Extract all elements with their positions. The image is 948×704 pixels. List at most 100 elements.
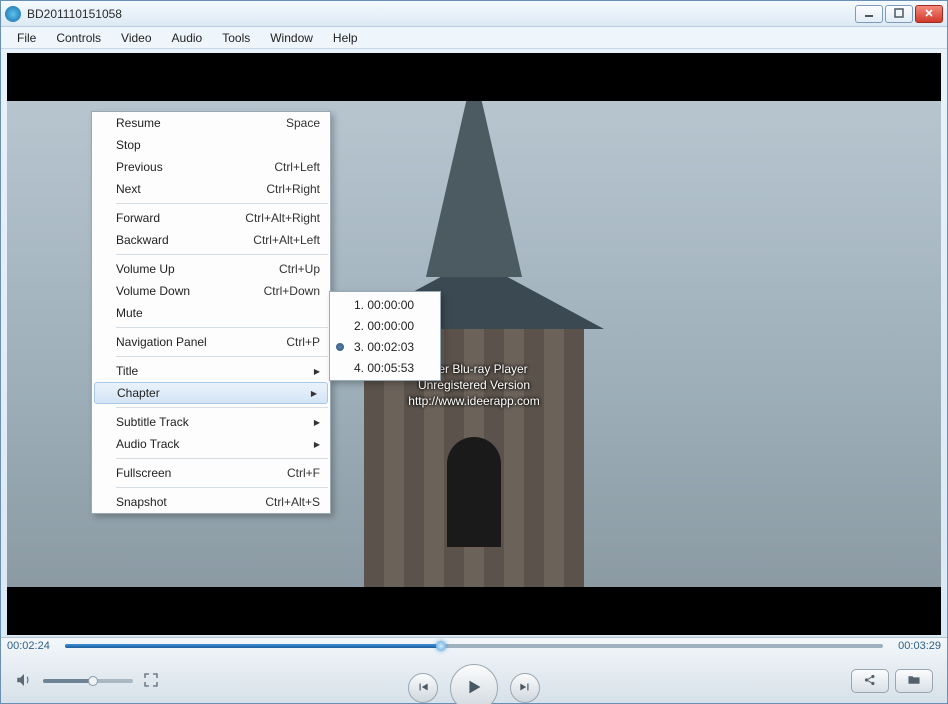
chapter-item[interactable]: 4. 00:05:53 bbox=[330, 357, 440, 378]
chapter-label: 4. 00:05:53 bbox=[354, 361, 414, 375]
ctx-backward[interactable]: Backward Ctrl+Alt+Left bbox=[92, 229, 330, 251]
ctx-label: Volume Down bbox=[116, 284, 190, 298]
ctx-chapter[interactable]: Chapter bbox=[94, 382, 328, 404]
volume-slider[interactable] bbox=[43, 679, 133, 683]
menu-help[interactable]: Help bbox=[323, 28, 368, 48]
ctx-shortcut: Space bbox=[286, 116, 320, 130]
ctx-shortcut: Ctrl+Left bbox=[274, 160, 320, 174]
app-icon bbox=[5, 6, 21, 22]
ctx-previous[interactable]: PreviousCtrl+Left bbox=[92, 156, 330, 178]
volume-controls bbox=[15, 671, 159, 692]
ctx-label: Subtitle Track bbox=[116, 415, 189, 429]
open-file-button[interactable] bbox=[895, 669, 933, 693]
ctx-shortcut: Ctrl+Down bbox=[264, 284, 320, 298]
seek-thumb[interactable] bbox=[436, 641, 446, 651]
play-button[interactable] bbox=[450, 664, 498, 704]
time-total: 00:03:29 bbox=[889, 640, 941, 652]
ctx-label: Backward bbox=[116, 233, 169, 247]
playback-controls: 00:02:24 00:03:29 bbox=[1, 637, 947, 703]
ctx-label: Resume bbox=[116, 116, 161, 130]
menu-window[interactable]: Window bbox=[260, 28, 323, 48]
menu-file[interactable]: File bbox=[7, 28, 46, 48]
tower-arch bbox=[447, 437, 501, 547]
menu-controls[interactable]: Controls bbox=[46, 28, 111, 48]
maximize-icon bbox=[894, 7, 904, 21]
ctx-mute[interactable]: Mute bbox=[92, 302, 330, 324]
seek-track[interactable] bbox=[65, 644, 883, 648]
ctx-separator bbox=[116, 203, 328, 204]
ctx-separator bbox=[116, 487, 328, 488]
spire bbox=[426, 101, 522, 277]
ctx-label: Chapter bbox=[117, 386, 160, 400]
window-title: BD201110151058 bbox=[27, 7, 855, 21]
minimize-button[interactable] bbox=[855, 5, 883, 23]
ctx-title[interactable]: Title bbox=[92, 360, 330, 382]
ctx-shortcut: Ctrl+Up bbox=[279, 262, 320, 276]
chapter-item[interactable]: 2. 00:00:00 bbox=[330, 315, 440, 336]
ctx-label: Mute bbox=[116, 306, 143, 320]
app-window: BD201110151058 File Controls Video Audio… bbox=[0, 0, 948, 704]
time-current: 00:02:24 bbox=[7, 640, 59, 652]
next-icon bbox=[518, 680, 532, 697]
ctx-subtitle-track[interactable]: Subtitle Track bbox=[92, 411, 330, 433]
chapter-item[interactable]: 1. 00:00:00 bbox=[330, 294, 440, 315]
ctx-snapshot[interactable]: Snapshot Ctrl+Alt+S bbox=[92, 491, 330, 513]
ctx-volume-up[interactable]: Volume Up Ctrl+Up bbox=[92, 258, 330, 280]
seek-fill bbox=[65, 644, 441, 648]
volume-icon[interactable] bbox=[15, 671, 33, 692]
ctx-next[interactable]: NextCtrl+Right bbox=[92, 178, 330, 200]
transport-buttons bbox=[408, 664, 540, 704]
fullscreen-icon[interactable] bbox=[143, 672, 159, 691]
right-buttons bbox=[851, 669, 933, 693]
ctx-shortcut: Ctrl+Alt+Right bbox=[245, 211, 320, 225]
ctx-shortcut: Ctrl+F bbox=[287, 466, 320, 480]
ctx-shortcut: Ctrl+Right bbox=[266, 182, 320, 196]
previous-icon bbox=[416, 680, 430, 697]
share-icon bbox=[863, 673, 877, 690]
chapter-label: 3. 00:02:03 bbox=[354, 340, 414, 354]
ctx-separator bbox=[116, 407, 328, 408]
ctx-shortcut: Ctrl+P bbox=[286, 335, 320, 349]
transport-bar bbox=[1, 658, 947, 704]
ctx-label: Navigation Panel bbox=[116, 335, 207, 349]
window-controls bbox=[855, 5, 943, 23]
menu-tools[interactable]: Tools bbox=[212, 28, 260, 48]
titlebar[interactable]: BD201110151058 bbox=[1, 1, 947, 27]
ctx-fullscreen[interactable]: Fullscreen Ctrl+F bbox=[92, 462, 330, 484]
ctx-stop[interactable]: Stop bbox=[92, 134, 330, 156]
ctx-navigation-panel[interactable]: Navigation Panel Ctrl+P bbox=[92, 331, 330, 353]
ctx-separator bbox=[116, 254, 328, 255]
ctx-label: Volume Up bbox=[116, 262, 175, 276]
next-button[interactable] bbox=[510, 673, 540, 703]
volume-thumb[interactable] bbox=[88, 676, 98, 686]
menu-video[interactable]: Video bbox=[111, 28, 161, 48]
ctx-label: Snapshot bbox=[116, 495, 167, 509]
folder-icon bbox=[907, 673, 921, 690]
chapter-submenu: 1. 00:00:00 2. 00:00:00 3. 00:02:03 4. 00:0… bbox=[329, 291, 441, 381]
ctx-shortcut: Ctrl+Alt+Left bbox=[253, 233, 320, 247]
previous-button[interactable] bbox=[408, 673, 438, 703]
ctx-label: Audio Track bbox=[116, 437, 179, 451]
ctx-label: Title bbox=[116, 364, 138, 378]
ctx-shortcut: Ctrl+Alt+S bbox=[265, 495, 320, 509]
ctx-forward[interactable]: ForwardCtrl+Alt+Right bbox=[92, 207, 330, 229]
ctx-volume-down[interactable]: Volume Down Ctrl+Down bbox=[92, 280, 330, 302]
letterbox-top bbox=[7, 53, 941, 101]
ctx-label: Stop bbox=[116, 138, 141, 152]
maximize-button[interactable] bbox=[885, 5, 913, 23]
seek-bar: 00:02:24 00:03:29 bbox=[7, 638, 941, 654]
menubar: File Controls Video Audio Tools Window H… bbox=[1, 27, 947, 49]
share-button[interactable] bbox=[851, 669, 889, 693]
volume-fill bbox=[43, 679, 93, 683]
close-icon bbox=[924, 7, 934, 21]
ctx-separator bbox=[116, 327, 328, 328]
ctx-separator bbox=[116, 356, 328, 357]
menu-audio[interactable]: Audio bbox=[162, 28, 213, 48]
ctx-audio-track[interactable]: Audio Track bbox=[92, 433, 330, 455]
ctx-resume[interactable]: Resume Space bbox=[92, 112, 330, 134]
chapter-label: 2. 00:00:00 bbox=[354, 319, 414, 333]
chapter-item[interactable]: 3. 00:02:03 bbox=[330, 336, 440, 357]
ctx-label: Fullscreen bbox=[116, 466, 171, 480]
close-button[interactable] bbox=[915, 5, 943, 23]
letterbox-bottom bbox=[7, 587, 941, 635]
